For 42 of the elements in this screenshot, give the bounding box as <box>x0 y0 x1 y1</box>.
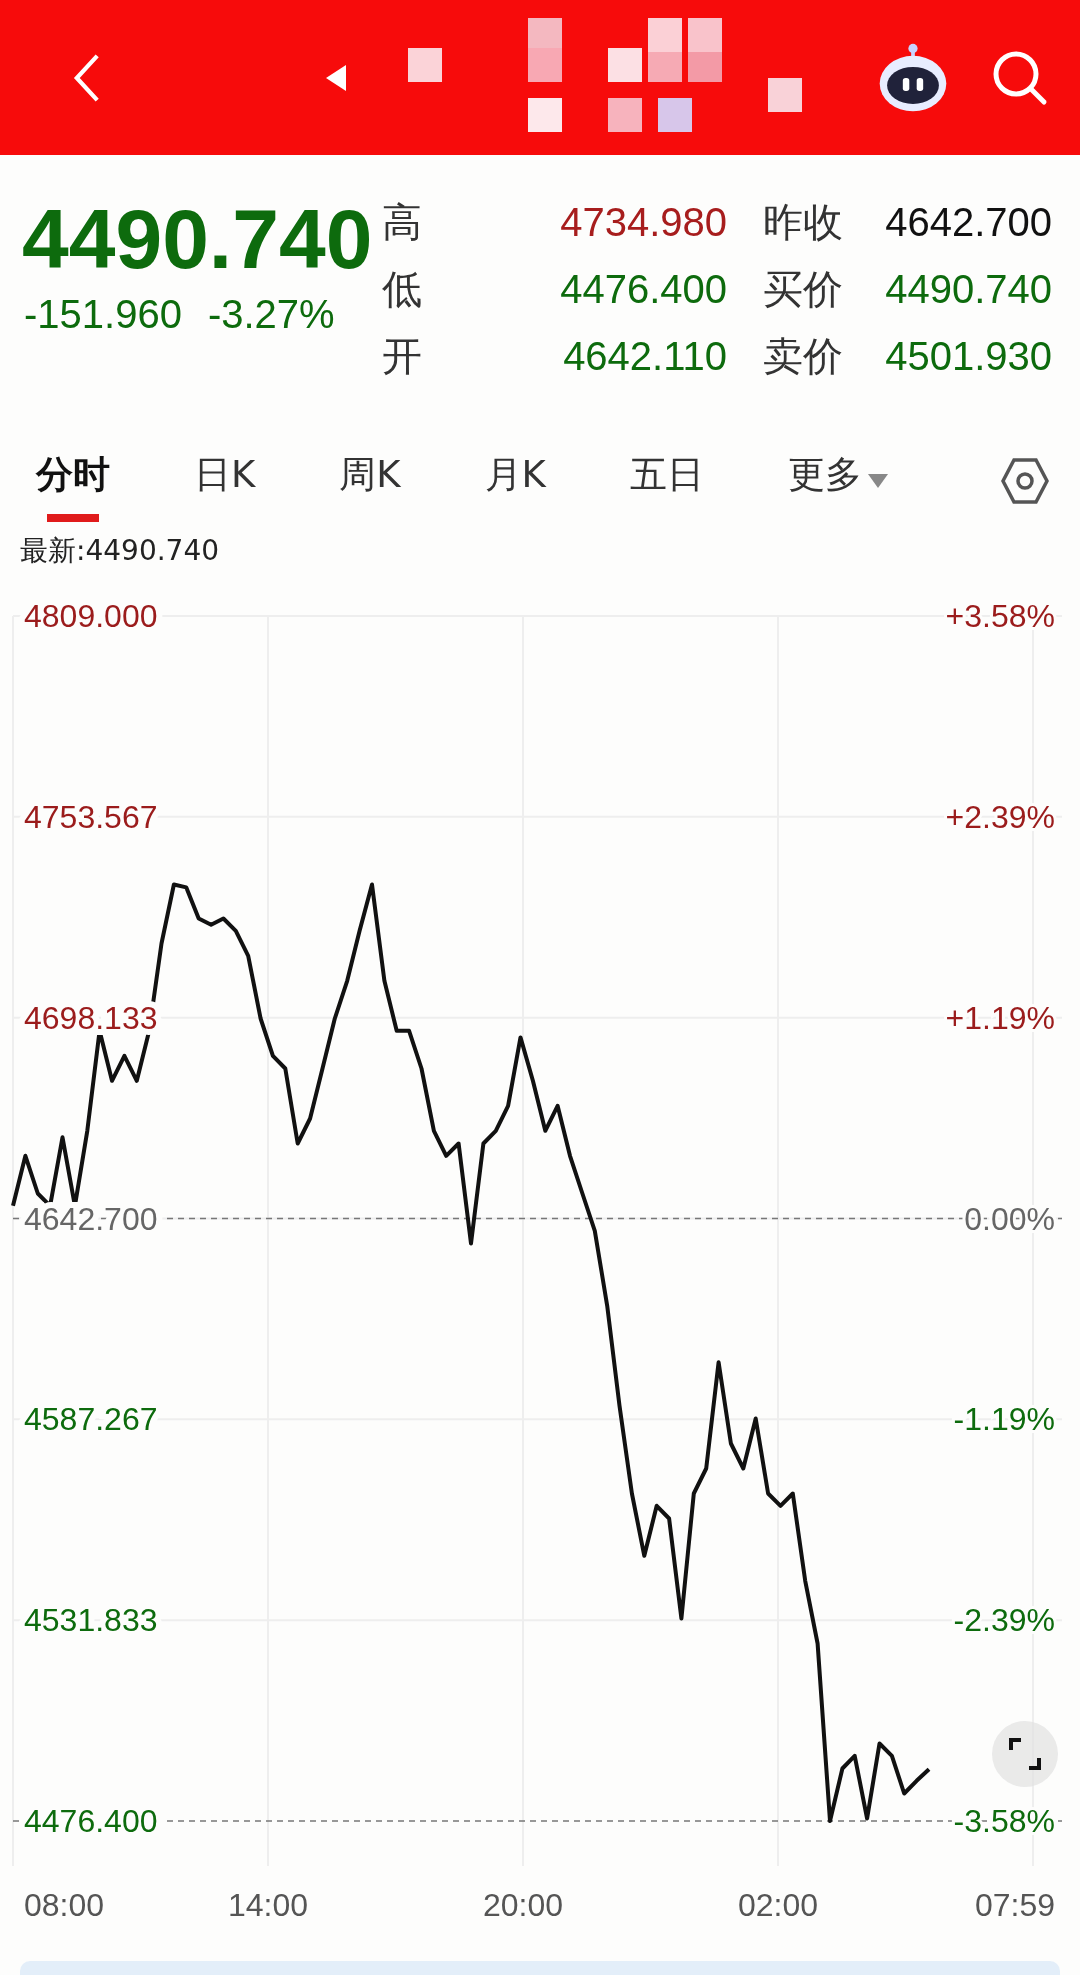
percent-axis-label: -1.19% <box>953 1401 1055 1438</box>
y-axis-label: 4809.000 <box>24 598 158 634</box>
stat-value: 4476.400 <box>559 267 727 312</box>
stat-label: 卖价 <box>762 332 844 381</box>
stat-label: 开 <box>382 332 423 381</box>
stat-label: 买价 <box>762 265 844 314</box>
percent-axis-label: 0.00% <box>964 1200 1055 1237</box>
percent-change: -3.27% <box>207 291 335 338</box>
stat-value: 4734.980 <box>559 200 727 245</box>
y-axis-label: 4476.400 <box>24 1803 158 1839</box>
y-axis-label: 4642.700 <box>24 1200 158 1237</box>
x-axis-label: 08:00 <box>24 1887 105 1923</box>
percent-axis-label: +3.58% <box>945 598 1055 634</box>
stat-value: 4642.110 <box>562 334 727 379</box>
price-change: -151.960 <box>24 291 182 338</box>
y-axis-label: 4753.567 <box>24 798 158 835</box>
previous-icon[interactable] <box>324 62 348 93</box>
percent-axis-label: +2.39% <box>945 798 1055 835</box>
percent-axis-label: +1.19% <box>945 999 1055 1036</box>
stat-label: 低 <box>382 265 423 314</box>
percent-axis-label: -2.39% <box>953 1602 1055 1639</box>
stat-value: 4642.700 <box>884 200 1052 245</box>
more-tab[interactable]: 更多 <box>787 440 862 522</box>
stat-label: 昨收 <box>762 198 844 247</box>
latest-price-label: 最新:4490.740 <box>19 533 221 569</box>
x-axis-label: 02:00 <box>737 1887 819 1923</box>
y-axis-label: 4531.833 <box>24 1602 158 1639</box>
stat-label: 高 <box>382 198 423 247</box>
stat-value: 4501.930 <box>884 334 1052 379</box>
period-tab[interactable]: 月K <box>484 440 546 522</box>
last-price: 4490.740 <box>22 191 373 288</box>
period-tab[interactable]: 五日 <box>629 440 704 522</box>
caret-icon[interactable] <box>867 474 888 488</box>
x-axis-label: 20:00 <box>482 1887 564 1923</box>
settings-icon[interactable] <box>1000 456 1050 506</box>
period-tab[interactable]: 周K <box>339 440 401 522</box>
percent-axis-label: -3.58% <box>953 1803 1055 1839</box>
x-axis-label: 07:59 <box>974 1887 1055 1923</box>
stat-value: 4490.740 <box>884 267 1052 312</box>
x-axis-label: 14:00 <box>227 1887 309 1923</box>
y-axis-label: 4587.267 <box>24 1401 158 1438</box>
period-tab[interactable]: 日K <box>194 440 256 522</box>
